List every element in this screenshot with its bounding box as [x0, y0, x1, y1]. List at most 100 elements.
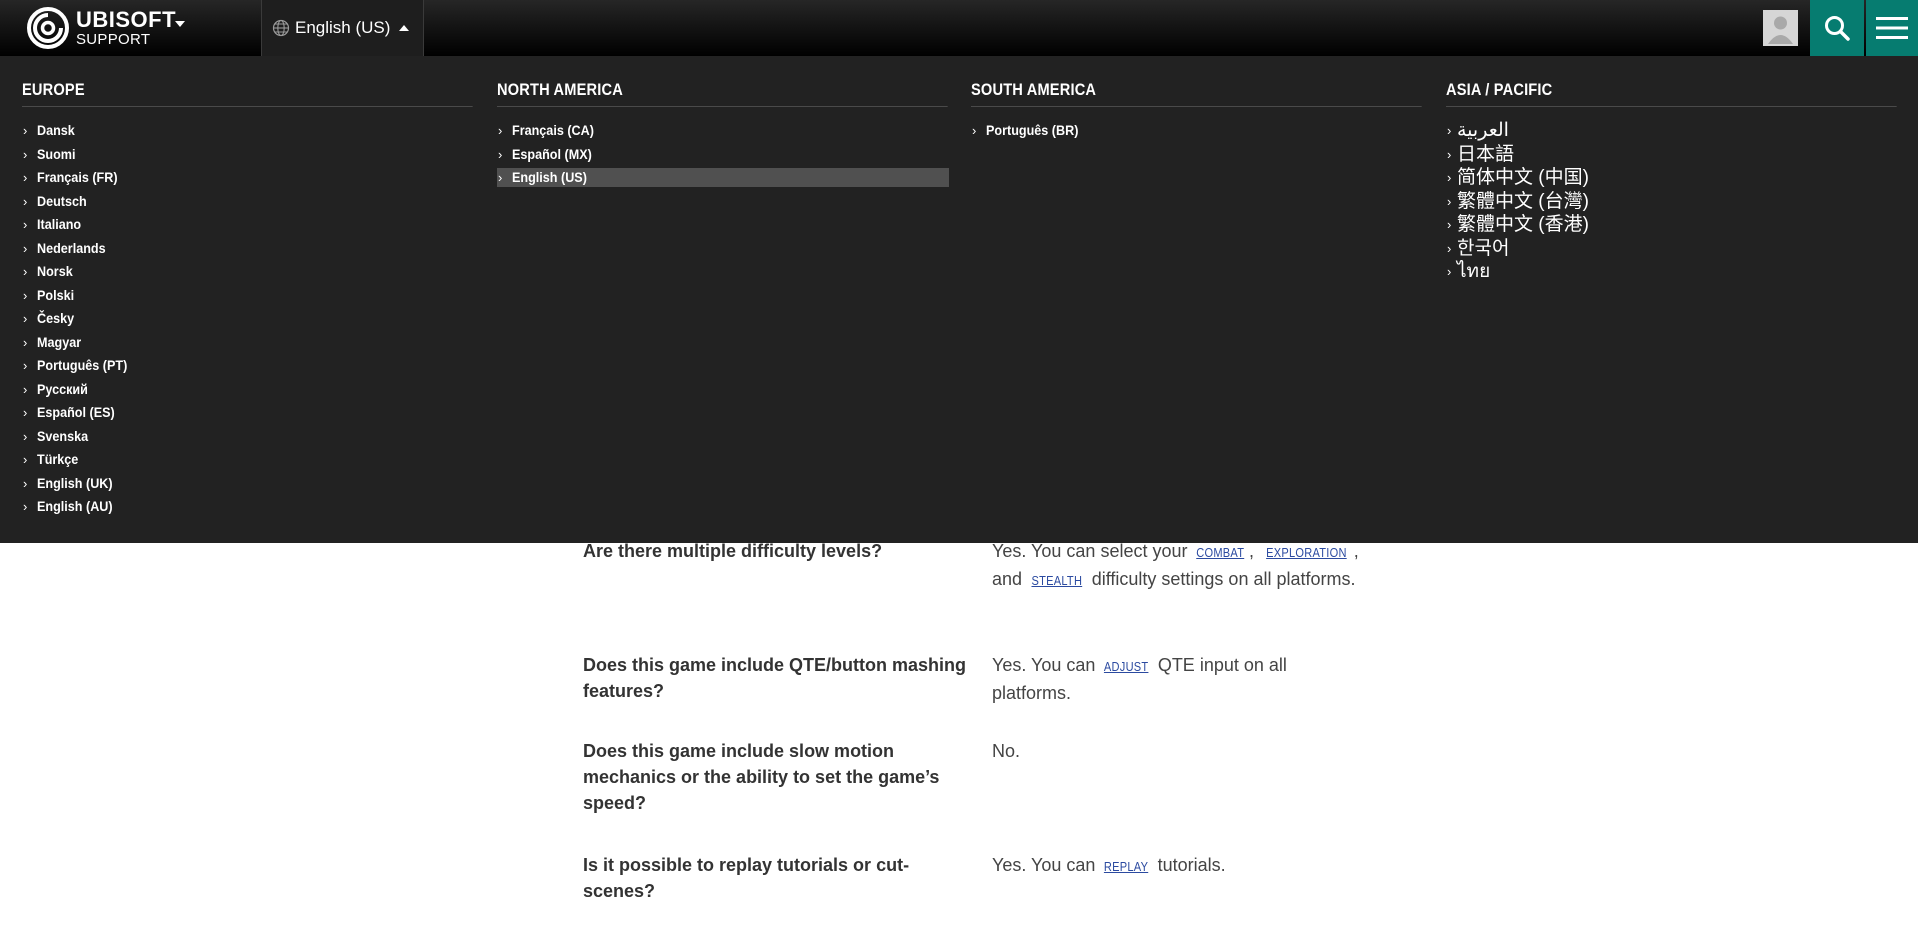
language-option[interactable]: › Italiano [22, 213, 474, 237]
chevron-right-icon: › [498, 146, 503, 162]
language-option-label: Español (ES) [37, 404, 115, 420]
search-button[interactable] [1810, 0, 1864, 56]
replay-link[interactable]: REPLAY [1104, 854, 1148, 880]
language-option-label: Norsk [37, 263, 73, 279]
region-europe: EUROPE › Dansk › Suomi › Français (FR) › Deutsc… [22, 80, 474, 519]
language-option[interactable]: › Português (BR) [971, 119, 1423, 143]
language-option-label: Magyar [37, 333, 82, 350]
adjust-link[interactable]: ADJUST [1104, 654, 1149, 680]
language-option-label: 繁體中文 (台灣) [1457, 190, 1589, 212]
chevron-right-icon: › [23, 217, 28, 232]
language-option[interactable]: › Français (FR) [22, 166, 474, 190]
faq-answer: No. [992, 741, 1021, 761]
language-list: › Dansk › Suomi › Français (FR) › Deutsch › Itali… [22, 119, 474, 519]
logo-brand-text: UBISOFT [76, 7, 177, 32]
language-option-label: Português (BR) [986, 122, 1079, 138]
region-south-america: SOUTH AMERICA › Português (BR) [971, 80, 1423, 143]
chevron-right-icon: › [23, 240, 28, 256]
region-title: EUROPE [22, 80, 473, 107]
language-option-label: Nederlands [37, 239, 106, 256]
ubisoft-support-logo[interactable]: UBISOFT SUPPORT [26, 4, 186, 52]
answer-text: Yes. You can [992, 855, 1101, 875]
faq-answer: Yes. You can ADJUST QTE input on all pla… [992, 652, 1362, 706]
stealth-link[interactable]: STEALTH [1032, 568, 1083, 594]
chevron-right-icon: › [23, 170, 28, 185]
chevron-right-icon: › [1447, 240, 1452, 256]
language-option-label: Русский [37, 380, 88, 397]
language-option[interactable]: › Русский [22, 378, 474, 402]
chevron-right-icon: › [1447, 193, 1452, 209]
ubisoft-swirl-logo-icon [27, 7, 69, 49]
language-option-label: العربية [1457, 120, 1509, 141]
language-option[interactable]: › Türkçe [22, 448, 474, 472]
caret-down-icon[interactable] [175, 21, 185, 27]
language-option[interactable]: › Česky [22, 307, 474, 331]
chevron-right-icon: › [1447, 217, 1452, 232]
region-title: NORTH AMERICA [497, 80, 948, 107]
language-option[interactable]: › English (UK) [22, 472, 474, 496]
language-option[interactable]: › العربية [1446, 119, 1898, 143]
language-option[interactable]: › Español (ES) [22, 401, 474, 425]
language-option[interactable]: › Suomi [22, 143, 474, 167]
chevron-right-icon: › [23, 264, 28, 279]
answer-text: , [1248, 541, 1259, 561]
chevron-right-icon: › [23, 405, 28, 420]
answer-text: difficulty settings on all platforms. [1086, 569, 1356, 589]
main-menu-button[interactable] [1866, 0, 1918, 56]
user-avatar-icon[interactable] [1763, 10, 1798, 46]
language-option[interactable]: › Nederlands [22, 237, 474, 261]
language-option-label: Polski [37, 286, 75, 303]
language-option-label: Português (PT) [37, 357, 128, 373]
language-option[interactable]: › 简体中文 (中国) [1446, 166, 1898, 190]
region-asia-pacific: ASIA / PACIFIC › العربية › 日本語 › 简体中文 (中国) › 繁體… [1446, 80, 1898, 284]
faq-question: Does this game include QTE/button mashin… [583, 655, 967, 701]
chevron-right-icon: › [23, 358, 28, 373]
language-dropdown-panel: EUROPE › Dansk › Suomi › Français (FR) › Deutsc… [0, 56, 1918, 543]
language-option[interactable]: › Dansk [22, 119, 474, 143]
search-icon [1825, 16, 1850, 41]
exploration-link[interactable]: EXPLORATION [1266, 540, 1347, 566]
language-option[interactable]: › 日本語 [1446, 143, 1898, 167]
language-option[interactable]: › 繁體中文 (香港) [1446, 213, 1898, 237]
language-list: › Português (BR) [971, 119, 1423, 143]
language-option-label: Français (CA) [512, 122, 594, 138]
chevron-right-icon: › [23, 193, 28, 209]
chevron-right-icon: › [23, 287, 28, 303]
language-option-label: ไทย [1457, 261, 1491, 282]
language-option[interactable]: › 한국어 [1446, 237, 1898, 261]
language-option[interactable]: › Español (MX) [497, 143, 949, 167]
language-option[interactable]: › Deutsch [22, 190, 474, 214]
language-option[interactable]: › 繁體中文 (台灣) [1446, 190, 1898, 214]
faq-answer: Yes. You can select your COMBAT, EXPLORA… [992, 538, 1362, 594]
region-north-america: NORTH AMERICA › Français (CA) › Español (MX… [497, 80, 949, 190]
language-option[interactable]: › Français (CA) [497, 119, 949, 143]
chevron-right-icon: › [23, 381, 28, 397]
language-option-label: Česky [37, 310, 75, 326]
language-option[interactable]: › Polski [22, 284, 474, 308]
chevron-right-icon: › [972, 123, 977, 138]
language-option-label: Italiano [37, 216, 82, 232]
language-option-label: 한국어 [1457, 237, 1510, 259]
answer-text: Yes. You can select your [992, 541, 1193, 561]
region-title: SOUTH AMERICA [971, 80, 1422, 107]
language-option-label: Türkçe [37, 451, 79, 467]
language-option[interactable]: › English (AU) [22, 495, 474, 519]
language-option[interactable]: › Português (PT) [22, 354, 474, 378]
top-bar: UBISOFT SUPPORT English (US) [0, 0, 1918, 56]
language-option-label: English (AU) [37, 498, 113, 514]
chevron-right-icon: › [23, 311, 28, 326]
language-option[interactable]: › ไทย [1446, 260, 1898, 284]
language-option[interactable]: › English (US) [497, 168, 949, 187]
chevron-right-icon: › [23, 499, 28, 514]
language-option[interactable]: › Magyar [22, 331, 474, 355]
language-option[interactable]: › Svenska [22, 425, 474, 449]
language-list: › العربية › 日本語 › 简体中文 (中国) › 繁體中文 (台灣) › 繁體中文 (香… [1446, 119, 1898, 284]
language-selector-button[interactable]: English (US) [261, 0, 424, 56]
combat-link[interactable]: COMBAT [1197, 540, 1245, 566]
answer-text: Yes. You can [992, 655, 1101, 675]
language-option-label: 日本語 [1457, 143, 1515, 165]
logo-sub-text: SUPPORT [76, 31, 151, 48]
language-option[interactable]: › Norsk [22, 260, 474, 284]
chevron-right-icon: › [23, 123, 28, 138]
answer-text: tutorials. [1152, 855, 1226, 875]
